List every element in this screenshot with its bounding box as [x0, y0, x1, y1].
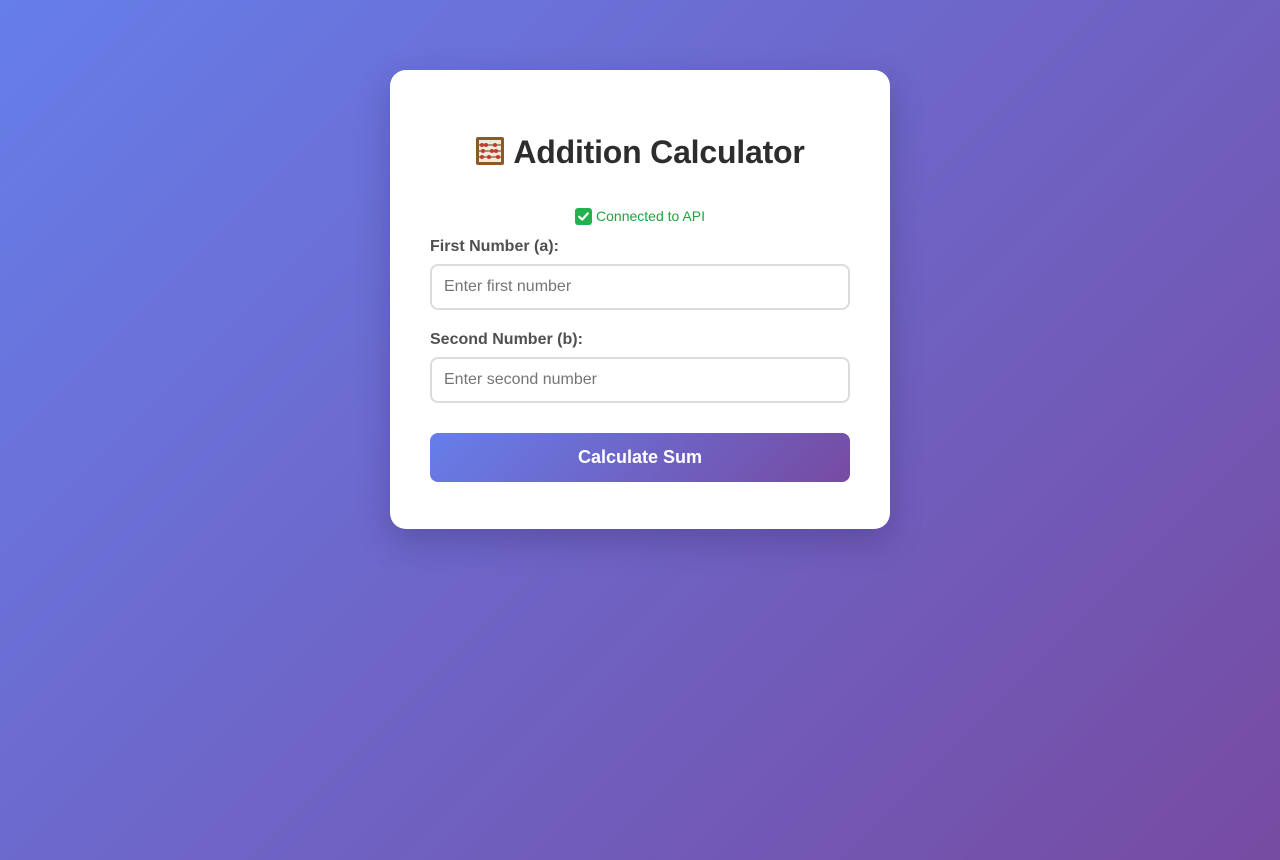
check-mark-icon: [575, 207, 593, 225]
first-number-label: First Number (a):: [430, 238, 559, 255]
calculate-sum-button[interactable]: Calculate Sum: [430, 433, 850, 482]
second-number-label: Second Number (b):: [430, 331, 583, 348]
second-number-input[interactable]: [430, 357, 850, 403]
connection-status: Connected to API: [430, 206, 850, 226]
first-number-input[interactable]: [430, 264, 850, 310]
connection-status-text: Connected to API: [596, 208, 705, 224]
page-title-text: Addition Calculator: [513, 133, 805, 170]
page-title: Addition Calculator: [430, 132, 850, 172]
calculator-card: Addition Calculator Connected to API Fir…: [390, 70, 890, 529]
abacus-icon: [475, 136, 505, 166]
